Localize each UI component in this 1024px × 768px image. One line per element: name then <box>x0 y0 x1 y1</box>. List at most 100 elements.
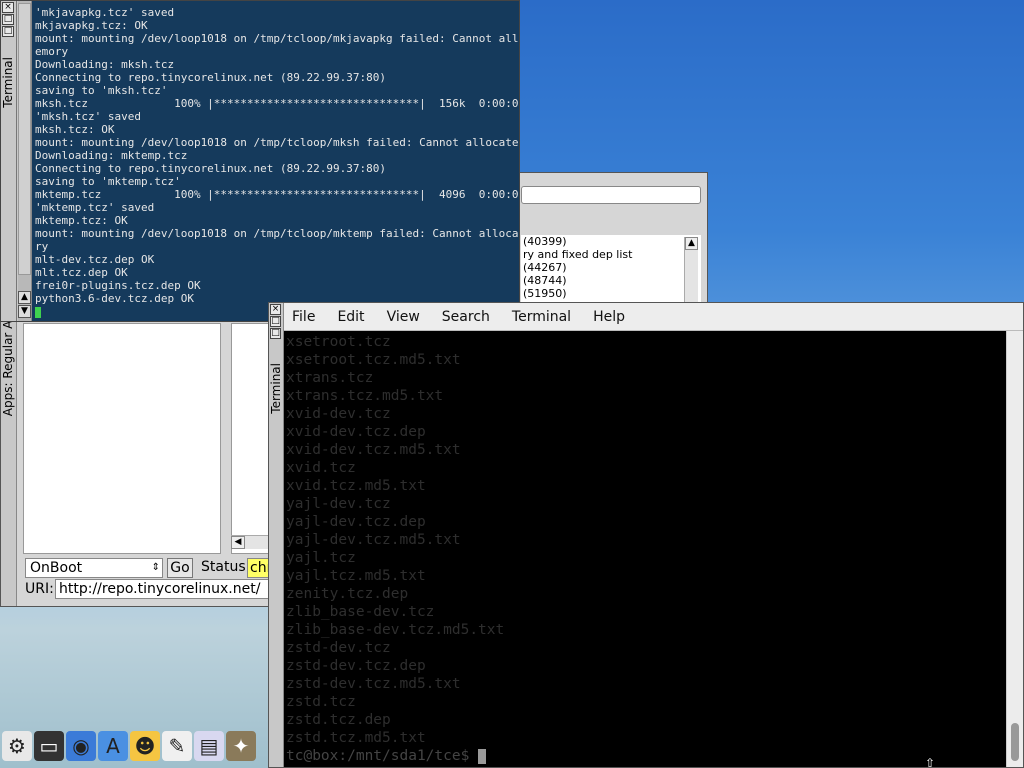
terminal-window-1: × □ □ Terminal ▲ ▼ 'mkjavapkg.tcz' saved… <box>0 0 520 322</box>
terminal-line: yajl-dev.tcz <box>286 496 391 512</box>
terminal-line: mkjavapkg.tcz: OK <box>35 19 148 32</box>
menu-terminal[interactable]: Terminal <box>512 309 571 325</box>
terminal-line: zlib_base-dev.tcz.md5.txt <box>286 622 505 638</box>
close-icon[interactable]: × <box>2 2 14 13</box>
search-input[interactable] <box>521 186 701 204</box>
terminal-line: xsetroot.tcz <box>286 334 391 350</box>
mount-tool-icon[interactable]: ☻ <box>130 731 160 761</box>
terminal-line: yajl-dev.tcz.md5.txt <box>286 532 461 548</box>
terminal-line: Downloading: mksh.tcz <box>35 58 175 71</box>
terminal-2-scrollbar[interactable] <box>1006 331 1023 767</box>
control-panel-icon[interactable]: ⚙ <box>2 731 32 761</box>
package-description: (40399) ry and fixed dep list (44267) (4… <box>521 235 701 303</box>
description-line: (44267) <box>523 261 567 274</box>
terminal-2-menubar: File Edit View Search Terminal Help <box>284 303 1023 331</box>
terminal-line: zstd-dev.tcz.md5.txt <box>286 676 461 692</box>
terminal-line: mksh.tcz 100% |*************************… <box>35 97 519 110</box>
terminal-line: Connecting to repo.tinycorelinux.net (89… <box>35 71 386 84</box>
terminal-icon[interactable]: ▭ <box>34 731 64 761</box>
scroll-up-icon[interactable]: ▲ <box>685 237 698 250</box>
description-line: (40399) <box>523 235 567 248</box>
description-scrollbar[interactable]: ▲ <box>684 237 698 303</box>
apps-icon[interactable]: A <box>98 731 128 761</box>
uri-label: URI: <box>25 581 54 597</box>
terminal-line: mlt.tcz.dep OK <box>35 266 128 279</box>
terminal-1-output[interactable]: 'mkjavapkg.tcz' saved mkjavapkg.tcz: OK mo… <box>32 1 519 321</box>
terminal-line: 'mkjavapkg.tcz' saved <box>35 6 175 19</box>
mouse-pointer-icon: ⇧ <box>925 756 936 768</box>
terminal-line: xvid-dev.tcz <box>286 406 391 422</box>
menu-help[interactable]: Help <box>593 309 625 325</box>
terminal-1-titlebar[interactable]: × □ □ Terminal <box>1 1 17 321</box>
scroll-down-icon[interactable]: ▼ <box>18 305 31 318</box>
apps-window-title: Apps: Regular Ap <box>1 313 15 417</box>
terminal-line: yajl.tcz <box>286 550 356 566</box>
browser-icon[interactable]: ◉ <box>66 731 96 761</box>
terminal-line: zlib_base-dev.tcz <box>286 604 435 620</box>
menu-edit[interactable]: Edit <box>337 309 364 325</box>
terminal-line: yajl-dev.tcz.dep <box>286 514 426 530</box>
terminal-2-output[interactable]: xsetroot.tcz xsetroot.tcz.md5.txt xtrans.t… <box>284 331 1006 767</box>
files-icon[interactable]: ▤ <box>194 731 224 761</box>
terminal-window-2: × □ □ Terminal File Edit View Search Ter… <box>268 302 1024 768</box>
close-icon[interactable]: × <box>270 304 281 315</box>
menu-search[interactable]: Search <box>442 309 490 325</box>
terminal-line: xvid.tcz.md5.txt <box>286 478 426 494</box>
gimp-icon[interactable]: ✦ <box>226 731 256 761</box>
uri-field[interactable]: http://repo.tinycorelinux.net/ <box>55 579 271 599</box>
terminal-line: 'mktemp.tcz' saved <box>35 201 155 214</box>
minimize-icon[interactable]: □ <box>270 316 281 327</box>
terminal-line: emory <box>35 45 69 58</box>
terminal-line: mktemp.tcz: OK <box>35 214 128 227</box>
terminal-1-title: Terminal <box>1 57 15 108</box>
terminal-line: zenity.tcz.dep <box>286 586 409 602</box>
terminal-line: zstd.tcz.md5.txt <box>286 730 426 746</box>
description-line: ry and fixed dep list <box>523 248 633 261</box>
minimize-icon[interactable]: □ <box>2 14 14 25</box>
terminal-line: mount: mounting /dev/loop1018 on /tmp/tc… <box>35 32 519 45</box>
go-button[interactable]: Go <box>167 558 193 578</box>
terminal-2-titlebar[interactable]: × □ □ Terminal <box>269 303 284 767</box>
terminal-line: mount: mounting /dev/loop1018 on /tmp/tc… <box>35 227 519 240</box>
description-line: (48744) <box>523 274 567 287</box>
maximize-icon[interactable]: □ <box>270 328 281 339</box>
terminal-line: frei0r-plugins.tcz.dep OK <box>35 279 201 292</box>
terminal-line: saving to 'mktemp.tcz' <box>35 175 181 188</box>
cursor <box>35 306 41 318</box>
terminal-line: xvid-dev.tcz.dep <box>286 424 426 440</box>
install-mode-select[interactable]: OnBoot ⇕ <box>25 558 163 578</box>
menu-view[interactable]: View <box>387 309 420 325</box>
editor-icon[interactable]: ✎ <box>162 731 192 761</box>
menu-file[interactable]: File <box>292 309 315 325</box>
file-list-scrollbar[interactable]: ◀ <box>231 535 271 549</box>
terminal-line: xvid-dev.tcz.md5.txt <box>286 442 461 458</box>
terminal-line: Connecting to repo.tinycorelinux.net (89… <box>35 162 386 175</box>
terminal-2-title: Terminal <box>269 363 283 414</box>
scroll-thumb[interactable] <box>18 3 31 275</box>
maximize-icon[interactable]: □ <box>2 26 14 37</box>
terminal-line: xtrans.tcz <box>286 370 374 386</box>
cursor <box>478 748 487 764</box>
dock: ⚙ ▭ ◉ A ☻ ✎ ▤ ✦ <box>0 724 268 768</box>
scroll-left-icon[interactable]: ◀ <box>231 536 245 549</box>
terminal-line: yajl.tcz.md5.txt <box>286 568 426 584</box>
terminal-line: xsetroot.tcz.md5.txt <box>286 352 461 368</box>
file-list[interactable] <box>231 323 271 554</box>
terminal-line: xtrans.tcz.md5.txt <box>286 388 444 404</box>
shell-prompt: tc@box:/mnt/sda1/tce$ <box>286 748 479 764</box>
terminal-line: zstd.tcz.dep <box>286 712 391 728</box>
package-list[interactable] <box>23 323 221 554</box>
terminal-line: zstd-dev.tcz.dep <box>286 658 426 674</box>
terminal-line: zstd.tcz <box>286 694 356 710</box>
terminal-line: mksh.tcz: OK <box>35 123 115 136</box>
terminal-line: mount: mounting /dev/loop1018 on /tmp/tc… <box>35 136 519 149</box>
terminal-line: Downloading: mktemp.tcz <box>35 149 188 162</box>
terminal-line: mktemp.tcz 100% |***********************… <box>35 188 519 201</box>
terminal-1-scrollbar[interactable]: ▲ ▼ <box>18 1 32 321</box>
scroll-up-icon[interactable]: ▲ <box>18 291 31 304</box>
chevron-updown-icon: ⇕ <box>151 562 160 573</box>
terminal-line: xvid.tcz <box>286 460 356 476</box>
scroll-thumb[interactable] <box>1011 723 1019 761</box>
terminal-line: zstd-dev.tcz <box>286 640 391 656</box>
prompt-line: tc@box:/mnt/sda1/tce$ <box>286 747 504 765</box>
